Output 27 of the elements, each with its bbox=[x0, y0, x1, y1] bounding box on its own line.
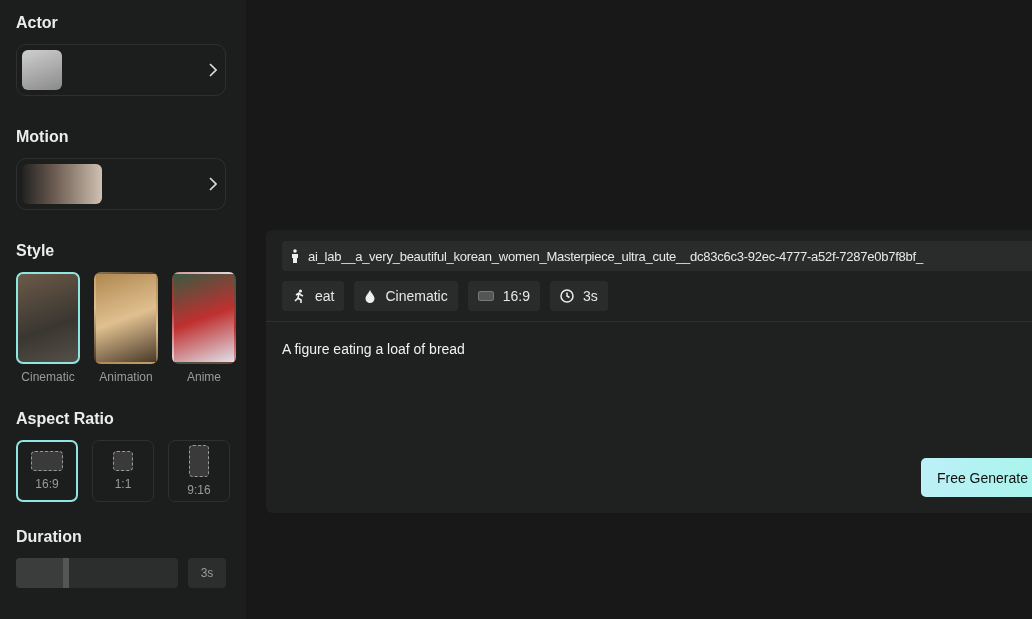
duration-slider[interactable] bbox=[16, 558, 178, 588]
aspect-ratio-icon bbox=[477, 291, 494, 301]
photo-placeholder bbox=[22, 50, 62, 90]
generate-button[interactable]: Free Generate bbox=[920, 458, 1032, 497]
tag-chip: Cinematic bbox=[354, 281, 458, 311]
tag-chip: 3s bbox=[549, 281, 608, 311]
chevron-right-icon bbox=[209, 177, 217, 191]
actor-picker[interactable] bbox=[16, 44, 226, 96]
clock-icon bbox=[559, 289, 574, 303]
motion-picker[interactable] bbox=[16, 158, 226, 210]
section-title: Aspect Ratio bbox=[16, 410, 115, 429]
aspect-ratio-option[interactable]: 16:9 bbox=[16, 440, 78, 502]
aspect-ratio-option[interactable]: 1:1 bbox=[92, 440, 154, 502]
tag-chip: eat bbox=[282, 281, 345, 311]
section-title: Duration bbox=[16, 528, 83, 547]
drop-icon bbox=[364, 289, 377, 303]
prompt-text: A figure eating a loaf of bread bbox=[282, 341, 466, 357]
section-title: Style bbox=[16, 242, 56, 261]
running-icon bbox=[292, 289, 306, 303]
section-title: Actor bbox=[16, 14, 59, 33]
section-title: Motion bbox=[16, 128, 70, 147]
person-icon bbox=[290, 249, 300, 263]
aspect-ratio-option[interactable]: 9:16 bbox=[168, 440, 230, 502]
filename-text: ai_lab__a_very_beautiful_korean_women_Masterpiece_ultra_cute__dc83c6c3-92ec-4777-a52f-7287e0b7f8bf_ bbox=[308, 248, 923, 264]
duration-value: 3s bbox=[188, 558, 226, 588]
tag-chip: 16:9 bbox=[467, 281, 540, 311]
chevron-right-icon bbox=[209, 63, 217, 77]
